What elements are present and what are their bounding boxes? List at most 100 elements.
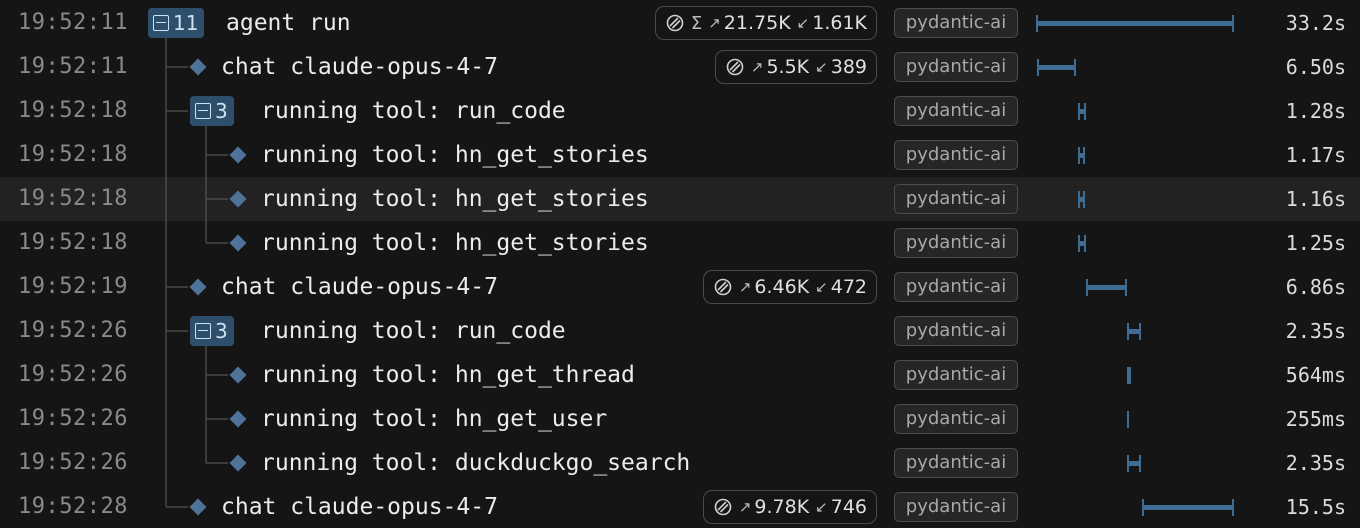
span-name: running tool: hn_get_stories bbox=[261, 142, 649, 168]
child-count: 3 bbox=[215, 319, 228, 343]
output-tokens: 746 bbox=[830, 496, 867, 518]
span-row[interactable]: 19:52:26 running tool: duckduckgo_search p… bbox=[0, 441, 1360, 485]
diamond-icon bbox=[189, 58, 207, 76]
diamond-icon bbox=[229, 190, 247, 208]
coin-icon bbox=[714, 278, 732, 296]
input-tokens: 21.75K bbox=[723, 12, 791, 34]
span-row[interactable]: 19:52:18 running tool: hn_get_stories pyda… bbox=[0, 177, 1360, 221]
timeline-bar bbox=[1127, 323, 1142, 340]
arrow-up-right-icon: ↗ bbox=[738, 278, 752, 296]
token-usage-pill: ↗ 6.46K ↙ 472 bbox=[702, 270, 877, 304]
span-duration: 1.17s bbox=[1285, 143, 1346, 167]
diamond-icon bbox=[189, 278, 207, 296]
span-start-time: 19:52:11 bbox=[18, 54, 128, 79]
token-usage-pill: ↗ 9.78K ↙ 746 bbox=[702, 490, 877, 524]
arrow-up-right-icon: ↗ bbox=[708, 14, 721, 32]
span-row[interactable]: 19:52:18 running tool: hn_get_stories pyda… bbox=[0, 133, 1360, 177]
span-start-time: 19:52:28 bbox=[18, 494, 128, 519]
span-start-time: 19:52:18 bbox=[18, 98, 128, 123]
span-name: running tool: hn_get_stories bbox=[261, 230, 649, 256]
input-tokens: 6.46K bbox=[754, 276, 810, 298]
token-usage-pill: Σ ↗ 21.75K ↙ 1.61K bbox=[654, 6, 877, 40]
token-usage-pill: ↗ 5.5K ↙ 389 bbox=[714, 50, 877, 84]
span-duration: 564ms bbox=[1285, 363, 1346, 387]
service-badge: pydantic-ai bbox=[894, 360, 1018, 390]
timeline-bar bbox=[1037, 59, 1076, 76]
span-row[interactable]: 19:52:19 chat claude-opus-4-7 ↗ 6.46K ↙ 472 py… bbox=[0, 265, 1360, 309]
span-start-time: 19:52:26 bbox=[18, 406, 128, 431]
input-tokens: 5.5K bbox=[766, 56, 810, 78]
service-badge: pydantic-ai bbox=[894, 228, 1018, 258]
arrow-up-right-icon: ↗ bbox=[738, 498, 752, 516]
span-row[interactable]: 19:52:26 running tool: hn_get_thread pydan… bbox=[0, 353, 1360, 397]
timeline-bar bbox=[1036, 15, 1234, 32]
output-tokens: 389 bbox=[830, 56, 867, 78]
span-row[interactable]: 19:52:26 running tool: hn_get_user pydanti… bbox=[0, 397, 1360, 441]
span-start-time: 19:52:18 bbox=[18, 186, 128, 211]
timeline-bar bbox=[1141, 499, 1235, 516]
span-duration: 6.86s bbox=[1285, 275, 1346, 299]
collapse-group-button[interactable]: 3 bbox=[190, 96, 234, 126]
child-count: 3 bbox=[215, 99, 228, 123]
sigma-icon: Σ bbox=[690, 12, 703, 34]
diamond-icon bbox=[229, 410, 247, 428]
span-name: running tool: run_code bbox=[261, 318, 566, 344]
span-duration: 15.5s bbox=[1285, 495, 1346, 519]
span-name: chat claude-opus-4-7 bbox=[221, 274, 498, 300]
span-name: running tool: hn_get_stories bbox=[261, 186, 649, 212]
coin-icon bbox=[726, 58, 744, 76]
timeline-bar bbox=[1078, 235, 1086, 252]
span-duration: 33.2s bbox=[1285, 11, 1346, 35]
timeline-bar bbox=[1127, 455, 1142, 472]
arrow-down-left-icon: ↙ bbox=[796, 14, 810, 32]
arrow-down-left-icon: ↙ bbox=[815, 58, 828, 76]
service-badge: pydantic-ai bbox=[894, 52, 1018, 82]
collapse-group-button[interactable]: 3 bbox=[190, 316, 234, 346]
diamond-icon bbox=[229, 366, 247, 384]
span-duration: 6.50s bbox=[1285, 55, 1346, 79]
collapse-group-button[interactable]: 11 bbox=[148, 8, 205, 38]
span-name: running tool: hn_get_user bbox=[261, 406, 608, 432]
span-name: running tool: hn_get_thread bbox=[261, 362, 635, 388]
collapse-square-icon bbox=[153, 15, 169, 31]
service-badge: pydantic-ai bbox=[894, 492, 1018, 522]
span-start-time: 19:52:18 bbox=[18, 230, 128, 255]
span-row[interactable]: 19:52:11 11 agent run Σ ↗ 21.75K ↙ 1.61K pydanti… bbox=[0, 1, 1360, 45]
output-tokens: 1.61K bbox=[812, 12, 867, 34]
span-start-time: 19:52:26 bbox=[18, 362, 128, 387]
timeline-bar bbox=[1078, 103, 1086, 120]
coin-icon bbox=[714, 498, 732, 516]
span-start-time: 19:52:18 bbox=[18, 142, 128, 167]
span-duration: 1.28s bbox=[1285, 99, 1346, 123]
span-name: agent run bbox=[226, 10, 351, 36]
span-row[interactable]: 19:52:18 running tool: hn_get_stories pyda… bbox=[0, 221, 1360, 265]
service-badge: pydantic-ai bbox=[894, 140, 1018, 170]
diamond-icon bbox=[229, 454, 247, 472]
span-name: running tool: run_code bbox=[261, 98, 566, 124]
span-duration: 2.35s bbox=[1285, 319, 1346, 343]
diamond-icon bbox=[189, 498, 207, 516]
diamond-icon bbox=[229, 146, 247, 164]
span-row[interactable]: 19:52:18 3 running tool: run_code pydantic-… bbox=[0, 89, 1360, 133]
input-tokens: 9.78K bbox=[754, 496, 810, 518]
span-row[interactable]: 19:52:26 3 running tool: run_code pydantic-… bbox=[0, 309, 1360, 353]
coin-icon bbox=[666, 14, 684, 32]
collapse-square-icon bbox=[195, 103, 211, 119]
output-tokens: 472 bbox=[830, 276, 867, 298]
span-row[interactable]: 19:52:11 chat claude-opus-4-7 ↗ 5.5K ↙ 389 pyd… bbox=[0, 45, 1360, 89]
span-name: running tool: duckduckgo_search bbox=[261, 450, 691, 476]
diamond-icon bbox=[229, 234, 247, 252]
span-name: chat claude-opus-4-7 bbox=[221, 494, 498, 520]
service-badge: pydantic-ai bbox=[894, 272, 1018, 302]
span-duration: 1.25s bbox=[1285, 231, 1346, 255]
span-duration: 255ms bbox=[1285, 407, 1346, 431]
service-badge: pydantic-ai bbox=[894, 448, 1018, 478]
timeline-bar bbox=[1078, 147, 1086, 164]
span-duration: 1.16s bbox=[1285, 187, 1346, 211]
service-badge: pydantic-ai bbox=[894, 8, 1018, 38]
timeline-bar bbox=[1127, 367, 1132, 384]
service-badge: pydantic-ai bbox=[894, 316, 1018, 346]
span-row[interactable]: 19:52:28 chat claude-opus-4-7 ↗ 9.78K ↙ 746 py… bbox=[0, 485, 1360, 528]
span-start-time: 19:52:26 bbox=[18, 318, 128, 343]
arrow-up-right-icon: ↗ bbox=[750, 58, 764, 76]
